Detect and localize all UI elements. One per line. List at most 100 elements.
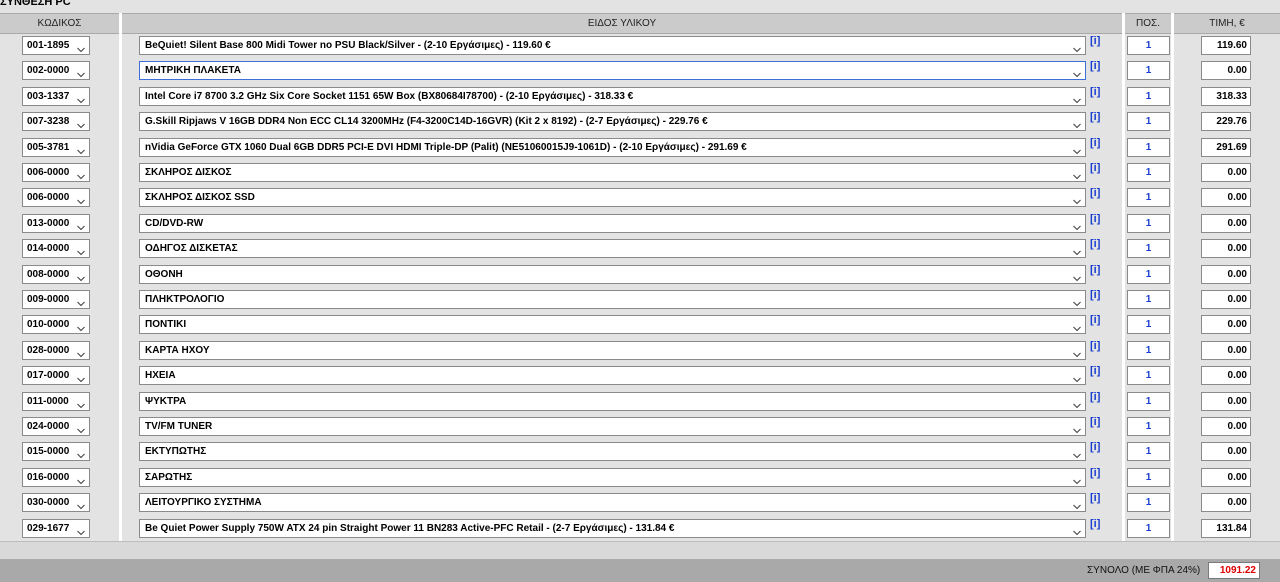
code-select[interactable]: 017-0000 [22, 366, 90, 386]
chevron-down-icon [1073, 194, 1081, 205]
code-select[interactable]: 028-0000 [22, 340, 90, 360]
code-select[interactable]: 002-0000 [22, 61, 90, 81]
item-select[interactable]: ΠΟΝΤΙΚΙ [139, 315, 1086, 335]
code-select[interactable]: 013-0000 [22, 213, 90, 233]
quantity-input[interactable]: 1 [1127, 239, 1170, 259]
code-select[interactable]: 016-0000 [22, 467, 90, 487]
code-select[interactable]: 005-3781 [22, 137, 90, 157]
code-select[interactable]: 008-0000 [22, 264, 90, 284]
code-select[interactable]: 007-3238 [22, 112, 90, 132]
item-select[interactable]: Intel Core i7 8700 3.2 GHz Six Core Sock… [139, 86, 1086, 106]
item-select[interactable]: ΗΧΕΙΑ [139, 366, 1086, 386]
code-select[interactable]: 011-0000 [22, 391, 90, 411]
table-row: 007-3238 G.Skill Ripjaws V 16GB DDR4 Non … [0, 109, 1280, 134]
info-link[interactable]: [i] [1090, 313, 1100, 327]
table-row: 028-0000 ΚΑΡΤΑ ΗΧΟΥ [i] 1 0.00 [0, 338, 1280, 363]
item-select[interactable]: ΣΚΛΗΡΟΣ ΔΙΣΚΟΣ SSD [139, 188, 1086, 208]
quantity-input[interactable]: 1 [1127, 391, 1170, 411]
item-select[interactable]: BeQuiet! Silent Base 800 Midi Tower no P… [139, 36, 1086, 55]
info-link[interactable]: [i] [1090, 440, 1100, 454]
info-link[interactable]: [i] [1090, 466, 1100, 480]
quantity-input[interactable]: 1 [1127, 137, 1170, 157]
info-link[interactable]: [i] [1090, 390, 1100, 404]
info-link[interactable]: [i] [1090, 288, 1100, 302]
item-select[interactable]: ΚΑΡΤΑ ΗΧΟΥ [139, 340, 1086, 360]
info-link[interactable]: [i] [1090, 186, 1100, 200]
info-link[interactable]: [i] [1090, 237, 1100, 251]
info-link[interactable]: [i] [1090, 59, 1100, 73]
code-select[interactable]: 014-0000 [22, 239, 90, 259]
code-select[interactable]: 024-0000 [22, 417, 90, 436]
code-select[interactable]: 010-0000 [22, 315, 90, 335]
item-select[interactable]: ΟΔΗΓΟΣ ΔΙΣΚΕΤΑΣ [139, 239, 1086, 259]
quantity-input[interactable]: 1 [1127, 86, 1170, 106]
quantity-input[interactable]: 1 [1127, 36, 1170, 55]
total-label: ΣΥΝΟΛΟ (ΜΕ ΦΠΑ 24%) [1087, 565, 1201, 576]
code-select[interactable]: 006-0000 [22, 188, 90, 208]
code-value: 014-0000 [27, 243, 70, 255]
quantity-input[interactable]: 1 [1127, 61, 1170, 81]
code-select[interactable]: 029-1677 [22, 518, 90, 538]
quantity-input[interactable]: 1 [1127, 493, 1170, 513]
price-field: 0.00 [1201, 315, 1251, 335]
info-link[interactable]: [i] [1090, 34, 1100, 48]
info-link[interactable]: [i] [1090, 85, 1100, 99]
quantity-input[interactable]: 1 [1127, 163, 1170, 182]
item-select[interactable]: ΟΘΟΝΗ [139, 264, 1086, 284]
item-select[interactable]: nVidia GeForce GTX 1060 Dual 6GB DDR5 PC… [139, 137, 1086, 157]
quantity-input[interactable]: 1 [1127, 518, 1170, 538]
code-select[interactable]: 003-1337 [22, 86, 90, 106]
quantity-input[interactable]: 1 [1127, 112, 1170, 132]
chevron-down-icon [1073, 423, 1081, 434]
price-field: 131.84 [1201, 518, 1251, 538]
code-select[interactable]: 009-0000 [22, 290, 90, 309]
item-select[interactable]: ΠΛΗΚΤΡΟΛΟΓΙΟ [139, 290, 1086, 309]
chevron-down-icon [77, 118, 85, 129]
info-link[interactable]: [i] [1090, 491, 1100, 505]
quantity-input[interactable]: 1 [1127, 315, 1170, 335]
code-select[interactable]: 015-0000 [22, 442, 90, 462]
item-select[interactable]: ΣΑΡΩΤΗΣ [139, 467, 1086, 487]
info-link[interactable]: [i] [1090, 212, 1100, 226]
item-select[interactable]: ΛΕΙΤΟΥΡΓΙΚΟ ΣΥΣΤΗΜΑ [139, 493, 1086, 513]
info-link[interactable]: [i] [1090, 364, 1100, 378]
info-link[interactable]: [i] [1090, 415, 1100, 429]
item-value: ΨΥΚΤΡΑ [145, 395, 187, 407]
info-link[interactable]: [i] [1090, 161, 1100, 175]
item-select[interactable]: G.Skill Ripjaws V 16GB DDR4 Non ECC CL14… [139, 112, 1086, 132]
item-select[interactable]: ΕΚΤΥΠΩΤΗΣ [139, 442, 1086, 462]
quantity-input[interactable]: 1 [1127, 264, 1170, 284]
code-select[interactable]: 030-0000 [22, 493, 90, 513]
price-field: 0.00 [1201, 290, 1251, 309]
chevron-down-icon [77, 169, 85, 180]
item-select[interactable]: CD/DVD-RW [139, 213, 1086, 233]
chevron-down-icon [77, 499, 85, 510]
table-row: 030-0000 ΛΕΙΤΟΥΡΓΙΚΟ ΣΥΣΤΗΜΑ [i] 1 0.00 [0, 490, 1280, 515]
item-select[interactable]: Be Quiet Power Supply 750W ATX 24 pin St… [139, 518, 1086, 538]
quantity-input[interactable]: 1 [1127, 340, 1170, 360]
quantity-input[interactable]: 1 [1127, 290, 1170, 309]
item-select[interactable]: ΨΥΚΤΡΑ [139, 391, 1086, 411]
quantity-input[interactable]: 1 [1127, 417, 1170, 436]
chevron-down-icon [1073, 67, 1081, 78]
quantity-input[interactable]: 1 [1127, 442, 1170, 462]
info-link[interactable]: [i] [1090, 263, 1100, 277]
chevron-down-icon [1073, 93, 1081, 104]
info-link[interactable]: [i] [1090, 110, 1100, 124]
table-row: 006-0000 ΣΚΛΗΡΟΣ ΔΙΣΚΟΣ SSD [i] 1 0.00 [0, 185, 1280, 210]
item-select[interactable]: TV/FM TUNER [139, 417, 1086, 436]
quantity-input[interactable]: 1 [1127, 467, 1170, 487]
item-select[interactable]: ΜΗΤΡΙΚΗ ΠΛΑΚΕΤΑ [139, 61, 1086, 81]
code-select[interactable]: 001-1895 [22, 36, 90, 55]
item-value: TV/FM TUNER [145, 421, 213, 432]
quantity-input[interactable]: 1 [1127, 188, 1170, 208]
quantity-input[interactable]: 1 [1127, 366, 1170, 386]
info-link[interactable]: [i] [1090, 136, 1100, 150]
item-value: nVidia GeForce GTX 1060 Dual 6GB DDR5 PC… [145, 141, 747, 153]
code-select[interactable]: 006-0000 [22, 163, 90, 182]
item-select[interactable]: ΣΚΛΗΡΟΣ ΔΙΣΚΟΣ [139, 163, 1086, 182]
info-link[interactable]: [i] [1090, 517, 1100, 531]
chevron-down-icon [77, 220, 85, 231]
info-link[interactable]: [i] [1090, 339, 1100, 353]
quantity-input[interactable]: 1 [1127, 213, 1170, 233]
